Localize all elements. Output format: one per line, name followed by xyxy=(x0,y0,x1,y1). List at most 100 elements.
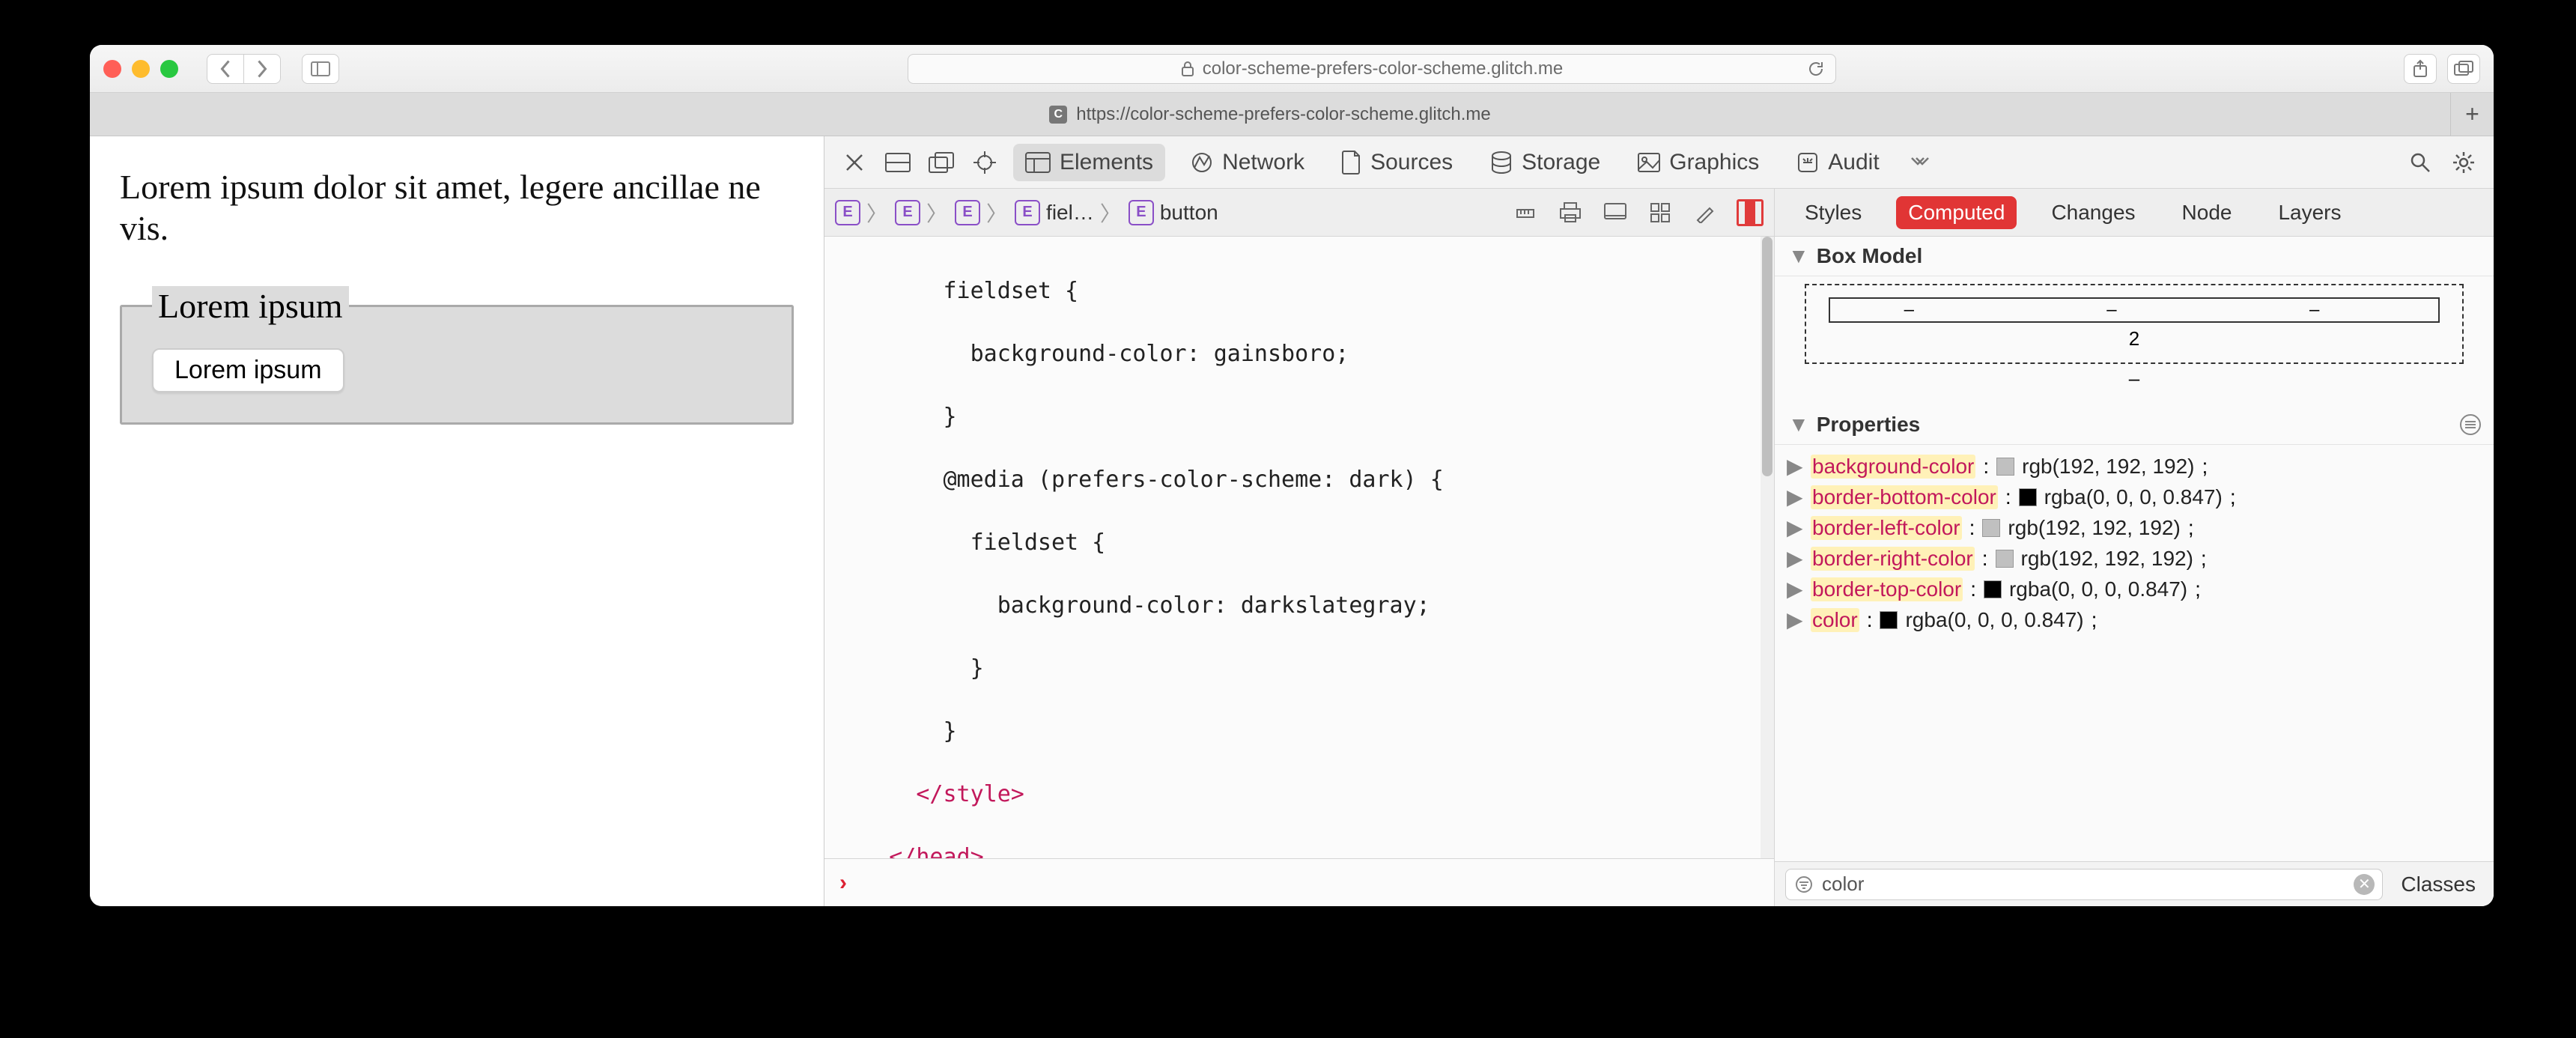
rendered-page: Lorem ipsum dolor sit amet, legere ancil… xyxy=(90,136,824,906)
clear-filter-icon[interactable]: ✕ xyxy=(2354,874,2375,895)
favicon-icon: C xyxy=(1049,106,1067,124)
reload-icon[interactable] xyxy=(1807,60,1825,78)
address-bar[interactable]: color-scheme-prefers-color-scheme.glitch… xyxy=(908,54,1836,84)
network-icon xyxy=(1191,151,1213,174)
forward-button[interactable] xyxy=(243,54,281,84)
elements-panel: E〉 E〉 E〉 Efiel…〉 Ebutton xyxy=(824,189,1775,906)
dom-line: fieldset { xyxy=(824,276,1774,307)
nav-back-forward xyxy=(207,54,281,84)
color-swatch[interactable] xyxy=(1880,611,1898,629)
device-icon[interactable] xyxy=(1602,199,1629,226)
crumb-tools xyxy=(1512,199,1764,226)
property-row[interactable]: ▶border-top-color: rgba(0, 0, 0, 0.847); xyxy=(1782,574,2486,604)
sidetab-changes[interactable]: Changes xyxy=(2039,196,2147,229)
crumb-2[interactable]: E〉 xyxy=(895,198,947,228)
close-devtools-icon[interactable] xyxy=(839,148,869,177)
tab-storage[interactable]: Storage xyxy=(1478,144,1612,181)
more-tabs-icon[interactable] xyxy=(1905,148,1935,177)
titlebar: color-scheme-prefers-color-scheme.glitch… xyxy=(90,45,2494,93)
tab-bar: C https://color-scheme-prefers-color-sch… xyxy=(90,93,2494,136)
console-drawer[interactable]: › xyxy=(824,858,1774,906)
sidetab-node[interactable]: Node xyxy=(2170,196,2244,229)
sidebar-tabs: Styles Computed Changes Node Layers xyxy=(1775,189,2494,237)
color-swatch[interactable] xyxy=(2019,488,2037,506)
properties-header[interactable]: ▼Properties xyxy=(1775,405,2494,445)
titlebar-right xyxy=(2404,54,2480,84)
target-icon[interactable] xyxy=(970,148,1000,177)
minimize-window-button[interactable] xyxy=(132,60,150,78)
ruler-icon[interactable] xyxy=(1512,199,1539,226)
console-prompt-icon: › xyxy=(839,870,847,896)
sources-icon xyxy=(1342,151,1361,174)
zoom-window-button[interactable] xyxy=(160,60,178,78)
dock-side-icon[interactable] xyxy=(883,148,913,177)
color-swatch[interactable] xyxy=(1982,519,2000,537)
box-model-header[interactable]: ▼Box Model xyxy=(1775,237,2494,276)
breadcrumb-bar: E〉 E〉 E〉 Efiel…〉 Ebutton xyxy=(824,189,1774,237)
tabs-overview-button[interactable] xyxy=(2447,54,2480,84)
property-row[interactable]: ▶color: rgba(0, 0, 0, 0.847); xyxy=(1782,604,2486,635)
property-value: rgb(192, 192, 192) xyxy=(2021,547,2193,571)
new-tab-button[interactable]: + xyxy=(2450,93,2494,136)
property-row[interactable]: ▶border-left-color: rgb(192, 192, 192); xyxy=(1782,512,2486,543)
crumb-1[interactable]: E〉 xyxy=(835,198,887,228)
tab-audit[interactable]: Audit xyxy=(1784,144,1891,181)
page-fieldset: Lorem ipsum Lorem ipsum xyxy=(120,286,794,425)
print-icon[interactable] xyxy=(1557,199,1584,226)
gear-icon[interactable] xyxy=(2449,148,2479,177)
filter-icon xyxy=(1795,875,1813,893)
crumb-3[interactable]: E〉 xyxy=(955,198,1007,228)
dom-line: } xyxy=(824,653,1774,685)
dom-tree[interactable]: fieldset { background-color: gainsboro; … xyxy=(824,237,1774,858)
grid-icon[interactable] xyxy=(1647,199,1674,226)
property-name: background-color xyxy=(1811,455,1975,479)
sidetab-computed[interactable]: Computed xyxy=(1896,196,2017,229)
color-swatch[interactable] xyxy=(1996,458,2014,476)
filter-bar: color ✕ Classes xyxy=(1775,861,2494,906)
sidebar-toggle-button[interactable] xyxy=(302,54,339,84)
filter-input[interactable]: color ✕ xyxy=(1785,869,2383,900)
back-button[interactable] xyxy=(207,54,244,84)
page-button[interactable]: Lorem ipsum xyxy=(152,348,344,392)
dock-window-icon[interactable] xyxy=(926,148,956,177)
dom-line: </style> xyxy=(824,779,1774,810)
tab-elements[interactable]: Elements xyxy=(1013,144,1165,181)
color-swatch[interactable] xyxy=(1984,580,2002,598)
property-name: border-left-color xyxy=(1811,516,1962,540)
property-value: rgba(0, 0, 0, 0.847) xyxy=(1905,608,2083,632)
crumb-5[interactable]: Ebutton xyxy=(1128,200,1218,225)
composite-icon[interactable] xyxy=(1737,199,1764,226)
tab-graphics[interactable]: Graphics xyxy=(1626,144,1771,181)
filter-value: color xyxy=(1822,872,1864,896)
box-model-diagram: ––– 2 – xyxy=(1775,276,2494,405)
property-row[interactable]: ▶border-right-color: rgb(192, 192, 192); xyxy=(1782,543,2486,574)
dom-line: background-color: darkslategray; xyxy=(824,590,1774,622)
window-controls xyxy=(103,60,178,78)
browser-tab[interactable]: C https://color-scheme-prefers-color-sch… xyxy=(90,93,2450,136)
property-value: rgba(0, 0, 0, 0.847) xyxy=(2009,577,2187,601)
paint-icon[interactable] xyxy=(1692,199,1719,226)
tab-network[interactable]: Network xyxy=(1179,144,1316,181)
property-row[interactable]: ▶border-bottom-color: rgba(0, 0, 0, 0.84… xyxy=(1782,482,2486,512)
lock-icon xyxy=(1180,61,1195,77)
properties-list: ▶background-color: rgb(192, 192, 192);▶b… xyxy=(1775,445,2494,861)
content-row: Lorem ipsum dolor sit amet, legere ancil… xyxy=(90,136,2494,906)
dom-line: fieldset { xyxy=(824,527,1774,559)
dom-line: } xyxy=(824,716,1774,747)
search-icon[interactable] xyxy=(2405,148,2435,177)
property-name: color xyxy=(1811,608,1859,632)
properties-menu-icon[interactable] xyxy=(2459,413,2482,436)
close-window-button[interactable] xyxy=(103,60,121,78)
sidetab-styles[interactable]: Styles xyxy=(1793,196,1874,229)
dom-line: background-color: gainsboro; xyxy=(824,339,1774,370)
dom-scrollbar[interactable] xyxy=(1761,237,1774,858)
url-text: color-scheme-prefers-color-scheme.glitch… xyxy=(1203,58,1563,79)
sidetab-layers[interactable]: Layers xyxy=(2266,196,2353,229)
property-row[interactable]: ▶background-color: rgb(192, 192, 192); xyxy=(1782,451,2486,482)
crumb-4[interactable]: Efiel…〉 xyxy=(1015,198,1121,228)
share-button[interactable] xyxy=(2404,54,2437,84)
page-form: Lorem ipsum Lorem ipsum xyxy=(120,286,794,425)
color-swatch[interactable] xyxy=(1996,550,2014,568)
classes-toggle[interactable]: Classes xyxy=(2393,872,2483,896)
tab-sources[interactable]: Sources xyxy=(1330,144,1465,181)
